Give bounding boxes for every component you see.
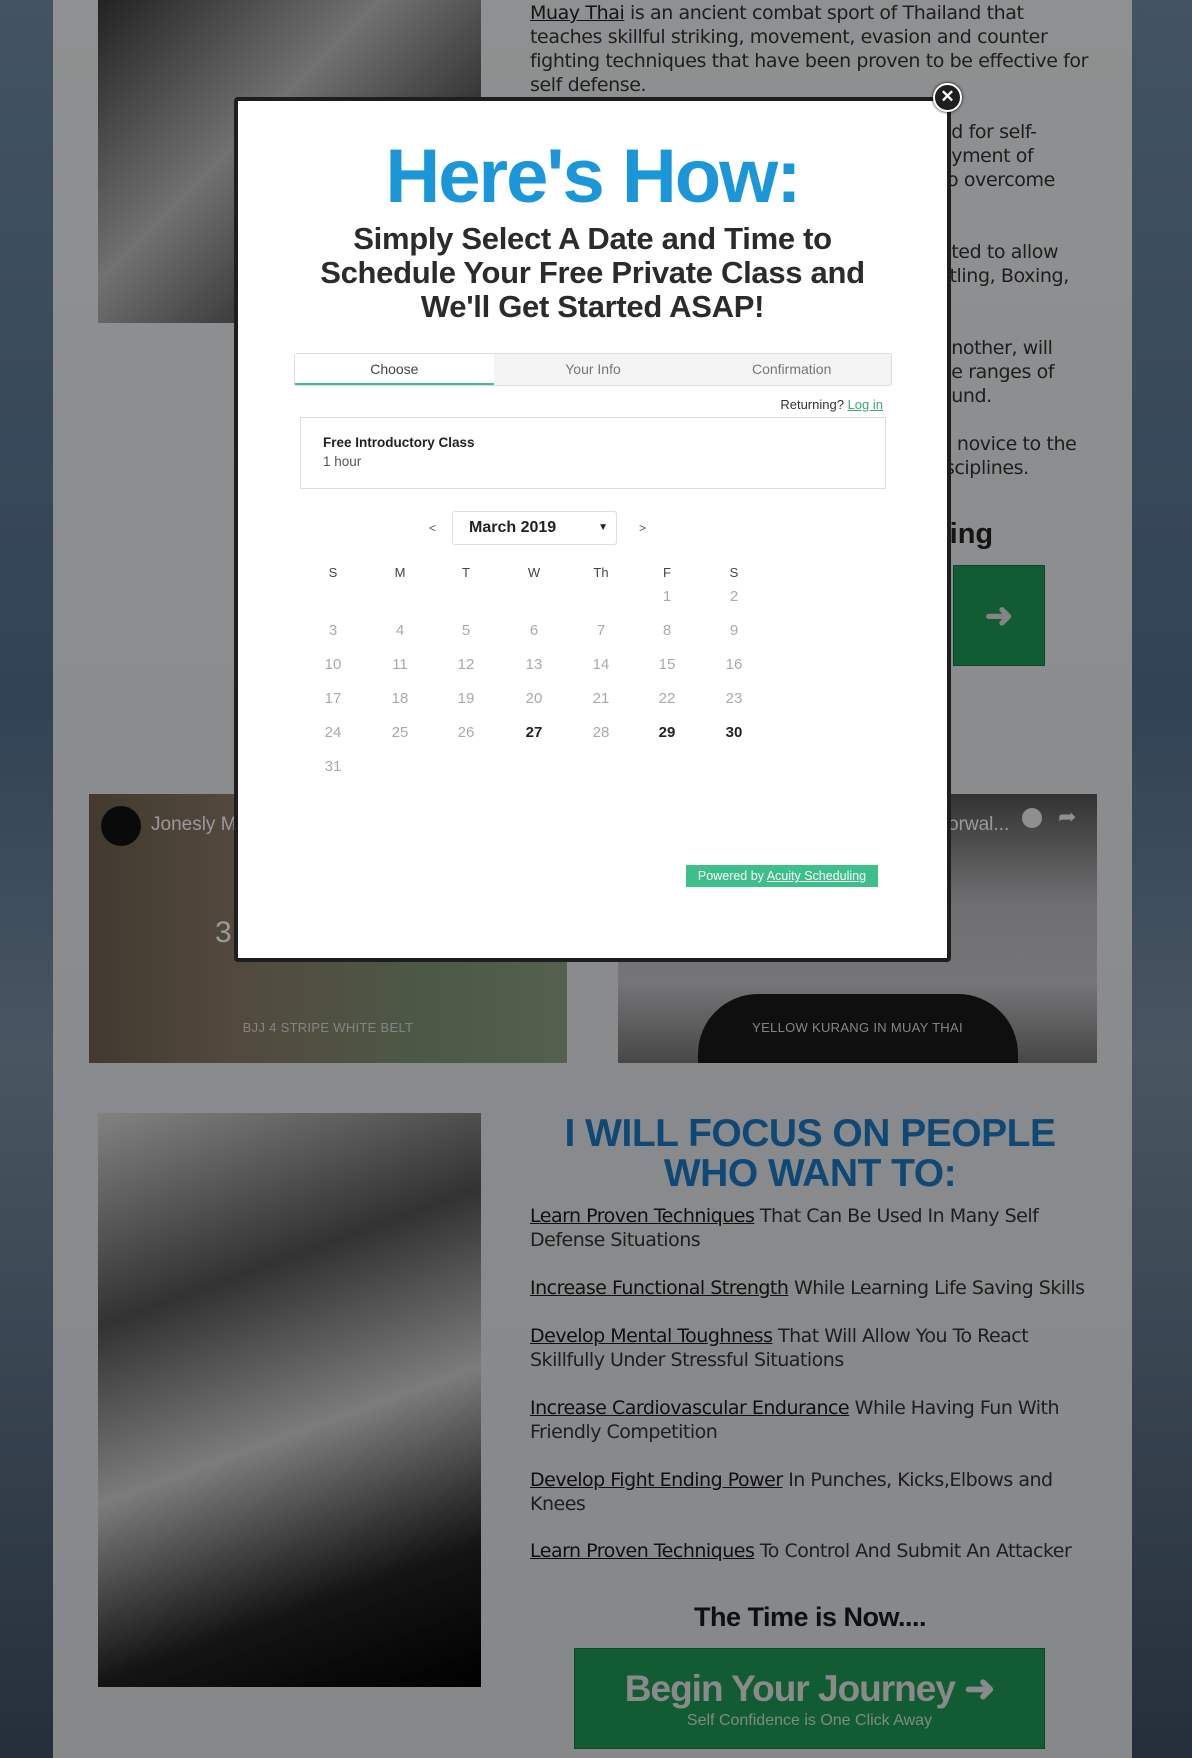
tab-choose[interactable]: Choose (295, 354, 494, 385)
acuity-link[interactable]: Acuity Scheduling (767, 869, 866, 883)
tab-your-info[interactable]: Your Info (494, 354, 693, 385)
calendar-day-available[interactable]: 30 (714, 724, 754, 741)
calendar-day: 22 (658, 690, 676, 707)
returning-text: Returning? (780, 397, 844, 412)
calendar-day: 7 (596, 622, 606, 639)
calendar-day: 12 (457, 656, 475, 673)
weekday-header: W (527, 565, 541, 580)
calendar-day: 1 (662, 588, 672, 605)
calendar-day: 6 (529, 622, 539, 639)
calendar-day: 10 (324, 656, 342, 673)
calendar-day: 25 (391, 724, 409, 741)
weekday-header: S (328, 565, 338, 580)
class-name: Free Introductory Class (323, 435, 475, 450)
calendar-day: 8 (662, 622, 672, 639)
calendar-day: 9 (729, 622, 739, 639)
calendar-day: 28 (592, 724, 610, 741)
prev-month-button[interactable]: < (429, 521, 436, 535)
calendar-day: 21 (592, 690, 610, 707)
close-icon[interactable]: ✕ (933, 83, 962, 112)
subtitle-line: Simply Select A Date and Time to (353, 221, 832, 256)
calendar-day: 13 (525, 656, 543, 673)
weekday-header: Th (593, 565, 609, 580)
weekday-header: S (729, 565, 739, 580)
month-value: March 2019 (469, 519, 557, 536)
calendar-day: 3 (328, 622, 338, 639)
calendar-day: 18 (391, 690, 409, 707)
powered-prefix: Powered by (697, 869, 767, 883)
scheduling-modal: Here's How: Simply Select A Date and Tim… (234, 97, 951, 962)
calendar-day: 2 (729, 588, 739, 605)
returning-line: Returning? Log in (780, 397, 883, 412)
modal-title: Here's How: (385, 134, 801, 219)
calendar-day-available[interactable]: 27 (514, 724, 554, 741)
step-tabs: Choose Your Info Confirmation (294, 353, 892, 386)
calendar-day: 26 (457, 724, 475, 741)
login-link[interactable]: Log in (848, 397, 883, 412)
calendar-day: 5 (461, 622, 471, 639)
powered-by-badge: Powered by Acuity Scheduling (686, 865, 878, 887)
calendar-day: 17 (324, 690, 342, 707)
subtitle-line: Schedule Your Free Private Class and (320, 255, 865, 290)
next-month-button[interactable]: > (639, 521, 646, 535)
calendar-day: 15 (658, 656, 676, 673)
calendar-day-available[interactable]: 29 (647, 724, 687, 741)
tab-confirmation[interactable]: Confirmation (692, 354, 891, 385)
calendar-day: 31 (324, 758, 342, 775)
calendar-day: 24 (324, 724, 342, 741)
calendar-day: 16 (725, 656, 743, 673)
modal-subtitle: Simply Select A Date and Time to Schedul… (238, 222, 947, 324)
weekday-header: F (663, 565, 671, 580)
weekday-header: T (462, 565, 470, 580)
calendar-day: 11 (392, 656, 408, 673)
calendar-day: 23 (725, 690, 743, 707)
weekday-header: M (394, 565, 406, 580)
calendar-day: 20 (525, 690, 543, 707)
class-duration: 1 hour (323, 454, 362, 469)
calendar-day: 19 (457, 690, 475, 707)
calendar-day: 4 (395, 622, 405, 639)
month-select[interactable]: March 2019 ▼ (452, 511, 617, 545)
class-card[interactable]: Free Introductory Class 1 hour (300, 417, 886, 489)
calendar-day: 14 (592, 656, 610, 673)
chevron-down-icon: ▼ (598, 522, 608, 533)
subtitle-line: We'll Get Started ASAP! (420, 289, 765, 324)
